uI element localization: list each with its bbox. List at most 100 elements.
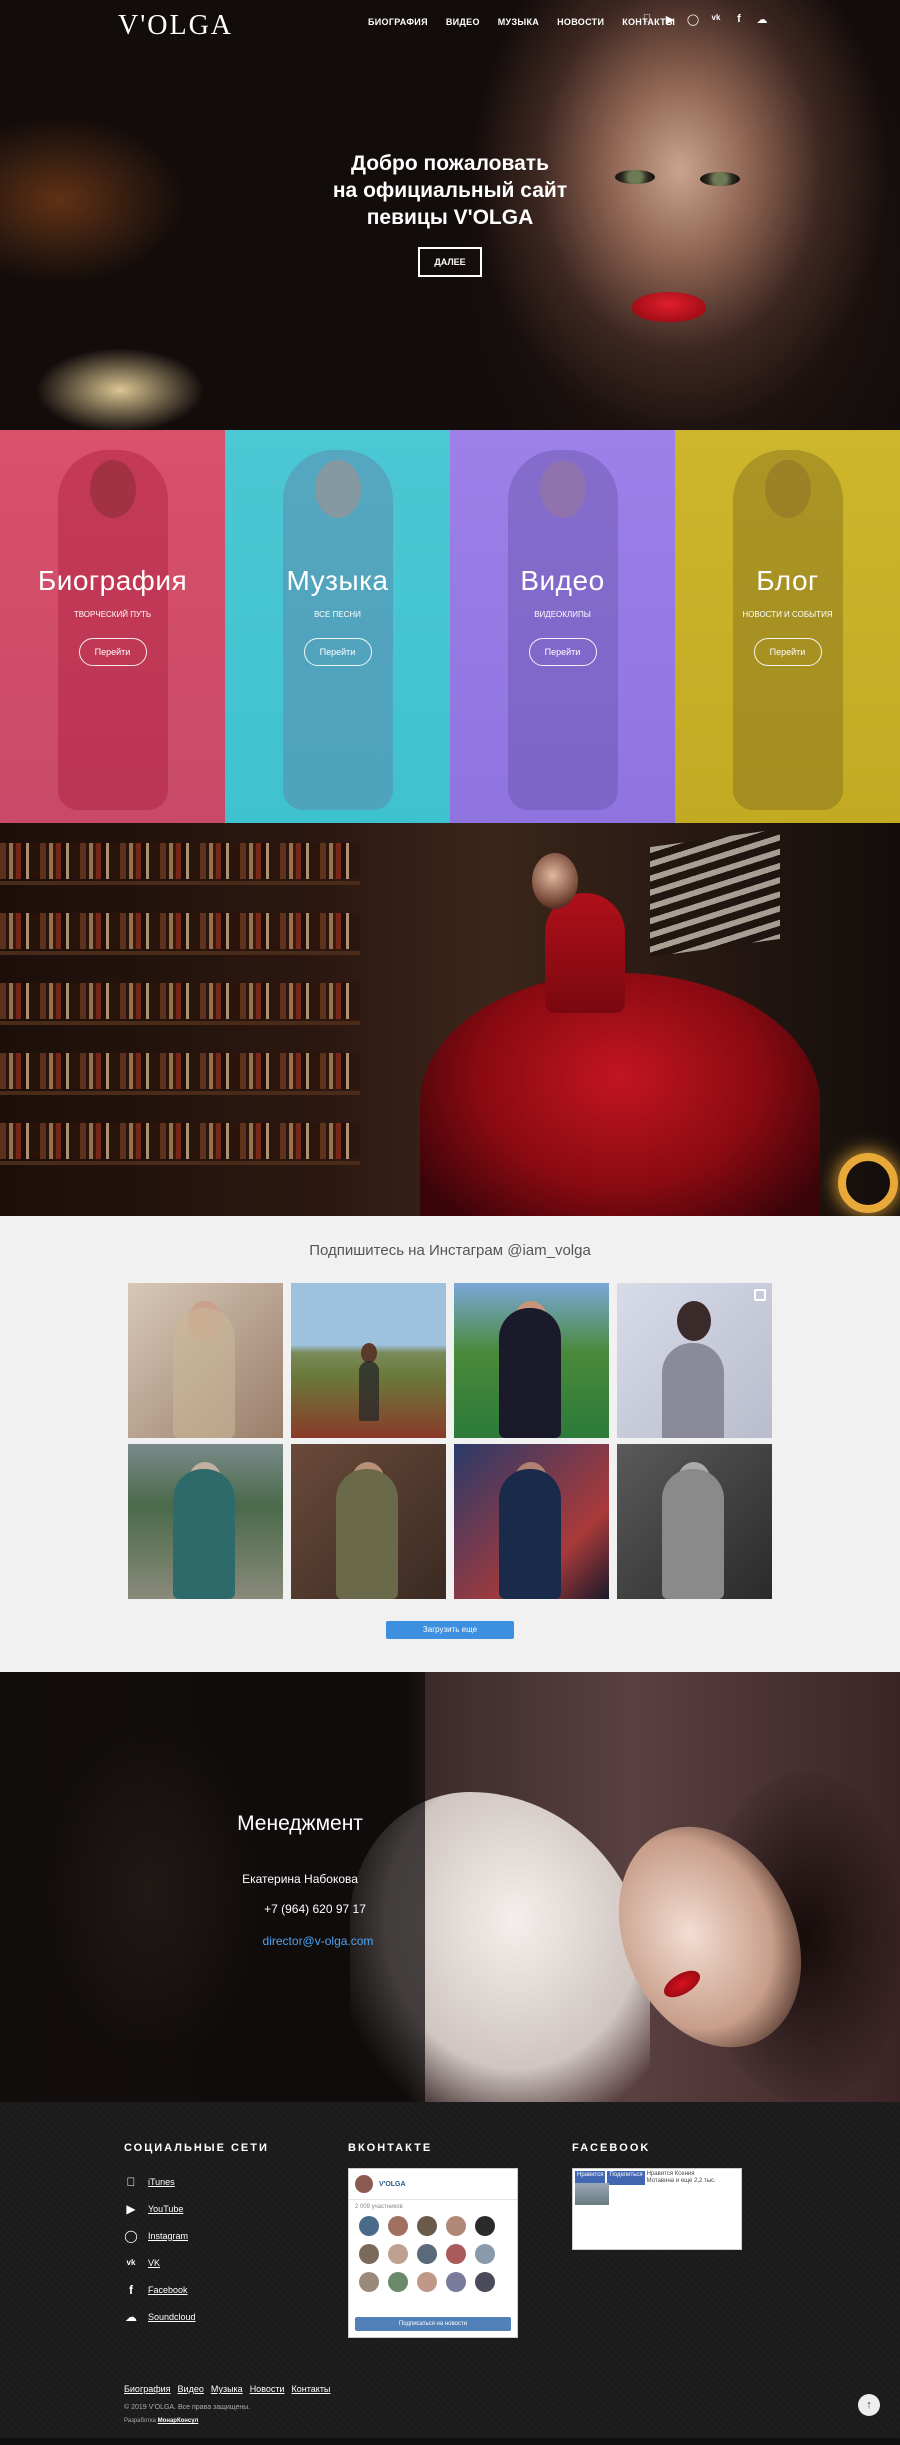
- vk-icon[interactable]: vk: [709, 13, 723, 26]
- instagram-photo[interactable]: [454, 1283, 609, 1438]
- avatar[interactable]: [388, 2216, 408, 2236]
- footer-link-facebook[interactable]: f Facebook: [124, 2276, 269, 2303]
- menu-item-biography[interactable]: БИОГРАФИЯ: [368, 17, 428, 27]
- vk-widget-header[interactable]: V'OLGA: [349, 2169, 517, 2200]
- avatar[interactable]: [388, 2244, 408, 2264]
- tile-title: Блог: [756, 565, 819, 596]
- avatar[interactable]: [446, 2272, 466, 2292]
- red-dress-photo-section: [0, 823, 900, 1216]
- avatar[interactable]: [417, 2216, 437, 2236]
- hero-next-button[interactable]: ДАЛЕЕ: [418, 247, 482, 277]
- avatar[interactable]: [446, 2244, 466, 2264]
- instagram-photo[interactable]: [128, 1283, 283, 1438]
- instagram-photo[interactable]: [617, 1283, 772, 1438]
- tile-subtitle: ВИДЕОКЛИПЫ: [534, 610, 591, 619]
- manager-phone[interactable]: +7 (964) 620 97 17: [200, 1902, 400, 1916]
- footer-link-video[interactable]: Видео: [178, 2384, 204, 2394]
- avatar[interactable]: [388, 2272, 408, 2292]
- vk-avatar: [355, 2175, 373, 2193]
- header-social-icons:  ▶ ◯ vk f ☁: [640, 13, 769, 26]
- avatar[interactable]: [475, 2216, 495, 2236]
- menu-item-news[interactable]: НОВОСТИ: [557, 17, 604, 27]
- footer-social-column: СОЦИАЛЬНЫЕ СЕТИ  iTunes ▶ YouTube ◯ Instag…: [124, 2142, 269, 2330]
- footer-vk-heading: ВКОНТАКТЕ: [348, 2142, 433, 2154]
- red-dress-bodice: [545, 893, 625, 1013]
- footer-link-vk[interactable]: vk VK: [124, 2249, 269, 2276]
- manager-email-link[interactable]: director@v-olga.com: [200, 1934, 400, 1948]
- footer-link-instagram[interactable]: ◯ Instagram: [124, 2222, 269, 2249]
- main-menu: БИОГРАФИЯ ВИДЕО МУЗЫКА НОВОСТИ КОНТАКТЫ: [368, 17, 675, 27]
- tile-go-button[interactable]: Перейти: [303, 638, 372, 666]
- photo-person: [173, 1308, 235, 1438]
- photo-person: [499, 1469, 561, 1599]
- instagram-photo[interactable]: [291, 1283, 446, 1438]
- tile-go-button[interactable]: Перейти: [78, 638, 147, 666]
- instagram-icon[interactable]: ◯: [686, 13, 700, 26]
- instagram-grid: [128, 1283, 772, 1599]
- photo-person: [173, 1469, 235, 1599]
- footer-link-contacts[interactable]: Контакты: [292, 2384, 331, 2394]
- instagram-photo[interactable]: [291, 1444, 446, 1599]
- footer-link-youtube[interactable]: ▶ YouTube: [124, 2195, 269, 2222]
- management-contact: Менеджмент Екатерина Набокова +7 (964) 6…: [200, 1812, 400, 1948]
- youtube-icon: ▶: [126, 2201, 136, 2216]
- menu-item-music[interactable]: МУЗЫКА: [498, 17, 539, 27]
- tile-music[interactable]: Музыка ВСЕ ПЕСНИ Перейти: [225, 430, 450, 823]
- footer-social-label: YouTube: [148, 2203, 184, 2214]
- instagram-photo[interactable]: [454, 1444, 609, 1599]
- facebook-icon[interactable]: f: [732, 13, 746, 26]
- apple-icon[interactable]: : [640, 13, 654, 26]
- arrow-up-icon: ↑: [866, 2399, 872, 2411]
- tile-blog[interactable]: Блог НОВОСТИ И СОБЫТИЯ Перейти: [675, 430, 900, 823]
- copyright-text: © 2019 V'OLGA. Все права защищены.: [124, 2404, 251, 2411]
- tile-subtitle: НОВОСТИ И СОБЫТИЯ: [742, 610, 833, 619]
- scroll-to-top-button[interactable]: ↑: [858, 2394, 880, 2416]
- footer-link-itunes[interactable]:  iTunes: [124, 2168, 269, 2195]
- tile-biography[interactable]: Биография ТВОРЧЕСКИЙ ПУТЬ Перейти: [0, 430, 225, 823]
- footer-link-music[interactable]: Музыка: [211, 2384, 243, 2394]
- vk-subscribe-button[interactable]: Подписаться на новости: [355, 2317, 511, 2331]
- menu-item-video[interactable]: ВИДЕО: [446, 17, 480, 27]
- window-blinds: [650, 828, 780, 958]
- footer-link-news[interactable]: Новости: [250, 2384, 285, 2394]
- tile-subtitle: ВСЕ ПЕСНИ: [314, 610, 361, 619]
- footer-link-soundcloud[interactable]: ☁ Soundcloud: [124, 2303, 269, 2330]
- hero-title-line-1: Добро пожаловать: [351, 152, 549, 175]
- instagram-photo[interactable]: [128, 1444, 283, 1599]
- youtube-icon[interactable]: ▶: [663, 13, 677, 26]
- vk-community-widget: V'OLGA 2 009 участников Подписаться на н…: [348, 2168, 518, 2338]
- avatar[interactable]: [359, 2272, 379, 2292]
- soundcloud-icon[interactable]: ☁: [755, 13, 769, 26]
- bookshelf-row: [0, 843, 360, 879]
- shelf: [0, 881, 360, 885]
- facebook-page-widget: Нравится Поделиться Нравится Ксения Мота…: [572, 2168, 742, 2250]
- avatar[interactable]: [359, 2244, 379, 2264]
- load-more-button[interactable]: Загрузить еще: [386, 1621, 514, 1639]
- site-logo[interactable]: V'OLGA: [118, 10, 233, 42]
- avatar[interactable]: [446, 2216, 466, 2236]
- shelf: [0, 1161, 360, 1165]
- tile-go-button[interactable]: Перейти: [753, 638, 822, 666]
- facebook-icon: f: [129, 2282, 133, 2297]
- footer-facebook-column: FACEBOOK Нравится Поделиться Нравится Кс…: [572, 2142, 742, 2250]
- avatar[interactable]: [417, 2272, 437, 2292]
- hero-title: Добро пожаловать на официальный сайт пев…: [290, 150, 610, 231]
- avatar[interactable]: [475, 2244, 495, 2264]
- developer-link[interactable]: МонарКонсул: [158, 2418, 199, 2424]
- facebook-thumbnail[interactable]: [575, 2183, 609, 2205]
- facebook-share-button[interactable]: Поделиться: [607, 2171, 645, 2185]
- avatar[interactable]: [475, 2272, 495, 2292]
- avatar[interactable]: [417, 2244, 437, 2264]
- tile-title: Видео: [520, 565, 605, 596]
- tile-video[interactable]: Видео ВИДЕОКЛИПЫ Перейти: [450, 430, 675, 823]
- woman-head: [532, 853, 578, 909]
- hero-title-line-3: певицы V'OLGA: [366, 206, 534, 229]
- instagram-photo[interactable]: [617, 1444, 772, 1599]
- footer-link-biography[interactable]: Биография: [124, 2384, 171, 2394]
- management-section: Менеджмент Екатерина Набокова +7 (964) 6…: [0, 1672, 900, 2102]
- hero-title-line-2: на официальный сайт: [332, 179, 568, 202]
- photo-person: [336, 1469, 398, 1599]
- tile-go-button[interactable]: Перейти: [528, 638, 597, 666]
- bookshelf-row: [0, 983, 360, 1019]
- avatar[interactable]: [359, 2216, 379, 2236]
